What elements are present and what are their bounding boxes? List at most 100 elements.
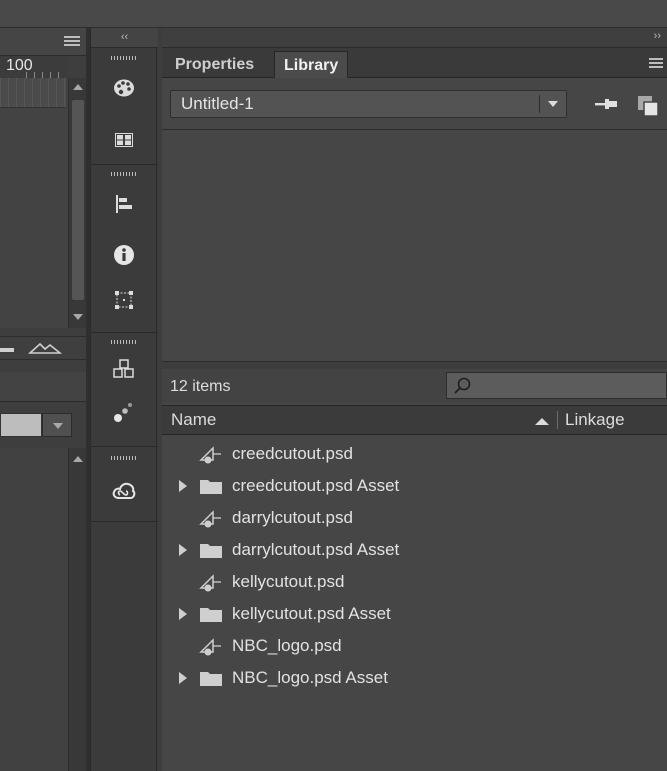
library-item-label: creedcutout.psd [232, 444, 353, 463]
panel-dock-header: ›› [162, 28, 667, 48]
scrollbar-thumb[interactable] [72, 100, 84, 300]
zoom-slider[interactable] [0, 348, 14, 352]
library-search-field[interactable] [446, 372, 667, 399]
toolbar-divider [91, 446, 158, 447]
chevron-down-icon [53, 423, 63, 429]
timeline-frame-cells[interactable] [0, 78, 66, 108]
library-item-list: creedcutout.psd creedcutout.psd Asset da… [162, 436, 667, 771]
library-item-bitmap[interactable]: creedcutout.psd [162, 438, 667, 470]
library-item-label: creedcutout.psd Asset [232, 476, 400, 495]
chevron-right-icon [179, 608, 187, 620]
library-preview-area [162, 129, 667, 361]
frame-ruler: 100 [0, 56, 68, 78]
toolbar-grip[interactable] [111, 172, 137, 176]
panel-menu-icon[interactable] [64, 35, 80, 47]
column-name-header[interactable]: Name [171, 410, 216, 430]
expand-toggle[interactable] [162, 598, 196, 630]
bitmap-icon [196, 566, 226, 598]
library-item-label: NBC_logo.psd Asset [232, 668, 388, 687]
align-icon[interactable] [104, 188, 144, 220]
row-spacer [162, 502, 196, 534]
library-count-row: 12 items [162, 369, 667, 403]
bitmap-icon [196, 630, 226, 662]
toolbar-grip[interactable] [111, 340, 137, 344]
library-item-folder[interactable]: creedcutout.psd Asset [162, 470, 667, 502]
library-item-folder[interactable]: kellycutout.psd Asset [162, 598, 667, 630]
left-panel-dropdown-button[interactable] [42, 413, 72, 437]
library-column-header: Name Linkage [162, 405, 667, 435]
folder-icon [196, 470, 226, 502]
library-item-label: darrylcutout.psd [232, 508, 353, 527]
expand-toggle[interactable] [162, 534, 196, 566]
application-top-bar [0, 0, 667, 28]
library-tab-bar: Properties Library [162, 48, 667, 78]
motion-presets-icon[interactable] [104, 396, 144, 428]
folder-icon [196, 662, 226, 694]
library-item-label: kellycutout.psd [232, 572, 345, 591]
bitmap-icon [196, 502, 226, 534]
left-panel-section-header [0, 372, 90, 402]
preview-resize-bar[interactable] [162, 361, 667, 369]
folder-icon [196, 598, 226, 630]
chevron-right-icon [179, 480, 187, 492]
library-item-label: NBC_logo.psd [232, 636, 342, 655]
row-spacer [162, 566, 196, 598]
library-item-label: kellycutout.psd Asset [232, 604, 391, 623]
expand-toggle[interactable] [162, 662, 196, 694]
sort-ascending-icon[interactable] [534, 416, 550, 426]
tab-properties[interactable]: Properties [166, 51, 263, 78]
timeline-panel: 100 [0, 28, 90, 771]
library-item-bitmap[interactable]: darrylcutout.psd [162, 502, 667, 534]
transform-icon[interactable] [104, 284, 144, 316]
scroll-up-icon[interactable] [73, 456, 83, 462]
library-panel: ›› Properties Library Untitled-1 12 item… [162, 28, 667, 771]
row-spacer [162, 438, 196, 470]
bitmap-icon [196, 438, 226, 470]
dropdown-divider [539, 95, 540, 113]
search-icon [454, 377, 471, 394]
mountain-zoom-icon[interactable] [28, 341, 62, 355]
new-library-panel-icon[interactable] [637, 94, 661, 118]
timeline-zoom-row [0, 336, 90, 360]
components-icon[interactable] [104, 353, 144, 385]
toolbar-divider [91, 521, 158, 522]
swatches-icon[interactable] [104, 72, 144, 104]
panel-menu-icon[interactable] [649, 57, 663, 69]
library-item-folder[interactable]: NBC_logo.psd Asset [162, 662, 667, 694]
folder-icon [196, 534, 226, 566]
timeline-panel-header [0, 28, 90, 56]
tab-library[interactable]: Library [274, 51, 349, 78]
column-separator[interactable] [557, 411, 558, 429]
item-count: 12 items [170, 378, 231, 395]
toolbar-grip[interactable] [111, 56, 137, 60]
library-item-folder[interactable]: darrylcutout.psd Asset [162, 534, 667, 566]
left-panel-lower-area [0, 448, 68, 771]
library-item-label: darrylcutout.psd Asset [232, 540, 400, 559]
toolbar-divider [91, 332, 158, 333]
chevron-down-icon [548, 101, 558, 107]
pin-library-icon[interactable] [594, 94, 620, 114]
document-select-value: Untitled-1 [181, 94, 254, 113]
scroll-down-icon[interactable] [73, 314, 83, 320]
timeline-vertical-scrollbar[interactable] [68, 78, 86, 328]
scroll-up-icon[interactable] [73, 84, 83, 90]
chevron-right-icon [179, 544, 187, 556]
document-select-dropdown[interactable]: Untitled-1 [170, 90, 567, 118]
library-item-bitmap[interactable]: kellycutout.psd [162, 566, 667, 598]
toolbar-grip[interactable] [111, 456, 137, 460]
chevron-right-icon [179, 672, 187, 684]
left-panel-dropdown[interactable] [0, 413, 42, 437]
timeline-frames-area[interactable] [0, 78, 68, 328]
expand-toggle[interactable] [162, 470, 196, 502]
collapsed-panels-toolbar: ‹‹ [90, 28, 158, 771]
left-panel-vertical-scrollbar[interactable] [68, 448, 86, 771]
collapse-panels-button[interactable]: ‹‹ [91, 28, 158, 48]
creative-cloud-icon[interactable] [104, 475, 144, 507]
library-item-bitmap[interactable]: NBC_logo.psd [162, 630, 667, 662]
toolbar-divider [91, 164, 158, 165]
info-icon[interactable] [104, 239, 144, 271]
grid-icon[interactable] [104, 124, 144, 156]
column-linkage-header[interactable]: Linkage [565, 410, 625, 430]
row-spacer [162, 630, 196, 662]
expand-panels-button[interactable]: ›› [654, 30, 661, 42]
